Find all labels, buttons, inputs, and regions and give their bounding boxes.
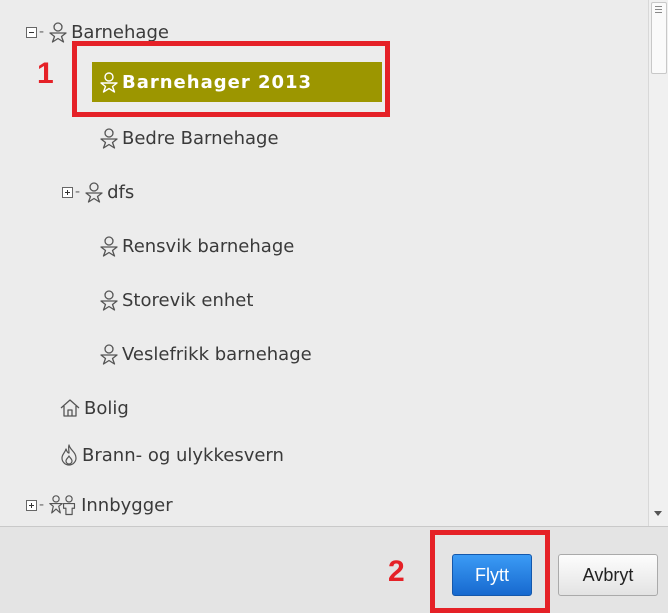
- annotation-box-1: [72, 41, 390, 117]
- tree-node-label: Bolig: [84, 397, 129, 419]
- tree-node-bedre-barnehage[interactable]: Bedre Barnehage: [100, 123, 279, 153]
- tree-node-label: Storevik enhet: [122, 289, 254, 311]
- scrollbar-thumb[interactable]: [651, 2, 667, 74]
- tree-node-label: Brann- og ulykkesvern: [82, 444, 284, 466]
- collapse-icon[interactable]: [26, 26, 37, 38]
- person-icon: [100, 289, 118, 311]
- tree-node-storevik-enhet[interactable]: Storevik enhet: [100, 285, 253, 315]
- tree-connector: -: [39, 24, 45, 40]
- expand-icon[interactable]: [62, 186, 73, 198]
- person-icon: [100, 235, 118, 257]
- person-icon: [85, 181, 103, 203]
- tree-node-innbygger[interactable]: - Innbygger: [26, 490, 173, 520]
- annotation-number-2: 2: [388, 555, 405, 588]
- tree-node-rensvik-barnehage[interactable]: Rensvik barnehage: [100, 231, 294, 261]
- person-icon: [49, 21, 67, 43]
- tree-node-label: Bedre Barnehage: [122, 127, 279, 149]
- move-button[interactable]: Flytt: [452, 554, 532, 596]
- annotation-number-1: 1: [37, 57, 54, 90]
- tree-node-veslefrikk-barnehage[interactable]: Veslefrikk barnehage: [100, 339, 312, 369]
- person-icon: [100, 343, 118, 365]
- tree-node-dfs[interactable]: - dfs: [62, 177, 134, 207]
- tree-node-label: Veslefrikk barnehage: [122, 343, 312, 365]
- tree-node-bolig[interactable]: Bolig: [60, 393, 129, 423]
- expand-icon[interactable]: [26, 499, 37, 511]
- tree-node-brann-og-ulykkesvern[interactable]: Brann- og ulykkesvern: [60, 440, 284, 470]
- tree-node-label: Barnehage: [71, 21, 169, 43]
- person-icon: [100, 127, 118, 149]
- vertical-scrollbar[interactable]: [648, 0, 668, 526]
- house-icon: [60, 399, 80, 417]
- people-icon: [49, 494, 77, 516]
- tree-node-label: Rensvik barnehage: [122, 235, 295, 257]
- tree-panel: - Barnehage Barnehager 2013 Bedre Barneh…: [0, 0, 648, 526]
- tree-connector: -: [39, 497, 45, 513]
- tree-connector: -: [75, 184, 81, 200]
- scroll-down-arrow-icon[interactable]: [654, 511, 662, 516]
- tree-node-label: Innbygger: [81, 494, 173, 516]
- tree-node-label: dfs: [107, 181, 135, 203]
- cancel-button[interactable]: Avbryt: [558, 554, 658, 596]
- flame-icon: [60, 444, 78, 466]
